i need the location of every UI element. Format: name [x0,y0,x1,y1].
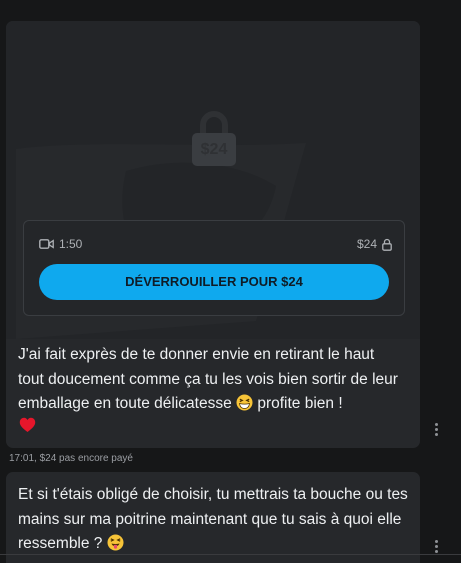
message-body: Et si t'étais obligé de choisir, tu mett… [18,486,408,552]
chat-message-card: Et si t'étais obligé de choisir, tu mett… [6,472,420,563]
price-indicator: $24 [357,237,392,251]
small-lock-icon [382,238,392,251]
message-status: 17:01, $24 pas encore payé [9,453,133,464]
more-options-icon[interactable] [430,420,442,438]
video-duration: 1:50 [39,237,82,251]
more-options-icon[interactable] [430,537,442,555]
lock-icon: $24 [191,110,237,168]
red-heart-emoji [19,417,36,432]
price-text: $24 [356,237,377,251]
unlock-panel: 1:50 $24 DÉVERROUILLER POUR $24 [23,220,405,316]
message-text: Et si t'étais obligé de choisir, tu mett… [18,483,408,557]
unlock-button[interactable]: DÉVERROUILLER POUR $24 [39,264,389,300]
duration-text: 1:50 [59,237,83,251]
grinning-squinting-face-emoji [236,394,253,411]
locked-message-card: $24 1:50 $24 DÉVERROUILLER POUR $24 J'ai… [6,21,420,448]
message-tail: profite bien ! [257,395,343,412]
divider [0,554,461,555]
locked-media-preview[interactable]: $24 1:50 $24 DÉVERROUILLER POUR $24 [6,21,420,339]
message-text: J'ai fait exprès de te donner envie en r… [18,343,403,417]
squinting-face-with-tongue-emoji [107,534,124,551]
video-camera-icon [39,239,54,249]
lock-price-label: $24 [200,141,228,158]
